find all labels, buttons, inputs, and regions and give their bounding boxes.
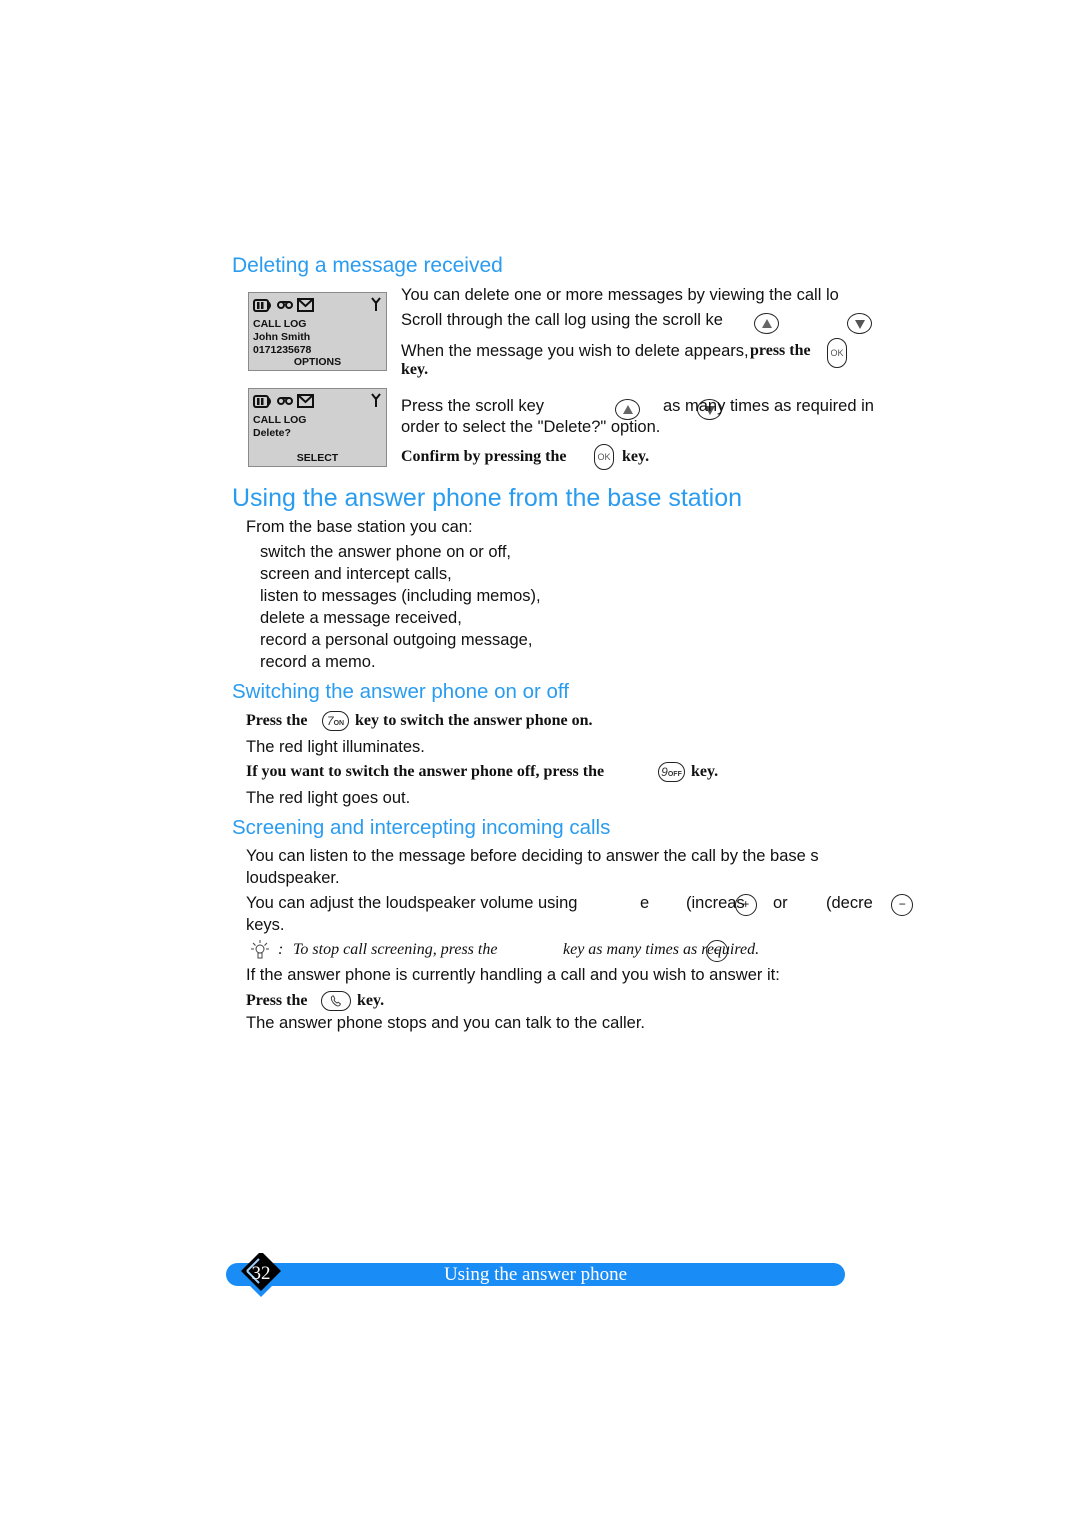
list-item: listen to messages (including memos), bbox=[260, 587, 541, 605]
key-number: 7 bbox=[326, 714, 334, 728]
screening-para-2b: e bbox=[640, 894, 650, 912]
base-intro: From the base station you can: bbox=[246, 518, 473, 536]
deleting-para-2: Scroll through the call log using the sc… bbox=[401, 310, 723, 330]
page-number: 32 bbox=[251, 1263, 271, 1284]
screening-step-b: key. bbox=[357, 992, 385, 1009]
deleting-para-1: You can delete one or more messages by v… bbox=[401, 286, 839, 304]
deleting-para-4a: Press the scroll key bbox=[401, 397, 545, 415]
lcd-softkey-select: SELECT bbox=[296, 452, 339, 464]
deleting-para-3-bold: press the bbox=[750, 342, 811, 359]
screening-para-3: If the answer phone is currently handlin… bbox=[246, 966, 780, 984]
switch-result-1: The red light illuminates. bbox=[246, 738, 425, 756]
scroll-down-key-icon bbox=[847, 312, 873, 334]
lcd-screen-call-log: CALL LOG John Smith 0171235678 OPTIONS bbox=[248, 292, 387, 371]
ok-key-icon: OK bbox=[827, 338, 847, 368]
tape-icon bbox=[277, 397, 293, 405]
screening-result: The answer phone stops and you can talk … bbox=[246, 1014, 645, 1032]
section-heading-deleting: Deleting a message received bbox=[232, 254, 503, 277]
switch-result-2: The red light goes out. bbox=[246, 789, 411, 807]
lcd-line: CALL LOG bbox=[253, 318, 307, 330]
base-capabilities-list: switch the answer phone on or off, scree… bbox=[260, 542, 541, 674]
screening-para-2d: or bbox=[773, 894, 788, 912]
deleting-para-3: When the message you wish to delete appe… bbox=[401, 341, 749, 361]
lcd-softkey-options: OPTIONS bbox=[293, 356, 342, 368]
list-item: record a personal outgoing message, bbox=[260, 631, 533, 649]
tip-text-b: key as many times as required. bbox=[563, 941, 760, 958]
key-label: OFF bbox=[667, 771, 682, 778]
key-number: 9 bbox=[661, 765, 668, 779]
screening-para-2c: (increas bbox=[686, 894, 745, 912]
battery-icon bbox=[253, 394, 271, 408]
envelope-icon bbox=[297, 298, 314, 312]
section-heading-screening: Screening and intercepting incoming call… bbox=[232, 816, 611, 839]
key-label: ON bbox=[333, 720, 345, 727]
lcd-line: CALL LOG bbox=[253, 414, 307, 426]
screening-para-1-cont: loudspeaker. bbox=[246, 869, 340, 887]
minus-key-icon: − bbox=[891, 894, 914, 916]
scroll-up-key-icon bbox=[754, 312, 779, 334]
footer-chapter-title: Using the answer phone bbox=[443, 1264, 628, 1285]
list-item: record a memo. bbox=[260, 653, 376, 671]
tip-separator: : bbox=[278, 941, 284, 958]
deleting-para-5-end: key. bbox=[622, 448, 650, 465]
antenna-icon bbox=[371, 297, 381, 311]
screening-para-2-cont: keys. bbox=[246, 916, 285, 934]
tape-icon bbox=[277, 301, 293, 309]
tip-text-a: To stop call screening, press the bbox=[293, 941, 498, 958]
deleting-para-4b: as many times as required in bbox=[663, 397, 874, 415]
lcd-screen-delete: CALL LOG Delete? SELECT bbox=[248, 388, 387, 467]
lcd-line: John Smith bbox=[253, 331, 311, 343]
section-heading-switching: Switching the answer phone on or off bbox=[232, 680, 569, 703]
ok-key-icon: OK bbox=[594, 444, 614, 470]
lcd-line: Delete? bbox=[253, 427, 291, 439]
lcd-status-icons bbox=[253, 297, 314, 313]
switch-step-1a: Press the bbox=[246, 712, 308, 729]
deleting-para-5: Confirm by pressing the bbox=[401, 448, 567, 465]
screening-para-2e: (decre bbox=[826, 894, 873, 912]
switch-step-2b: key. bbox=[691, 763, 719, 780]
list-item: screen and intercept calls, bbox=[260, 565, 452, 583]
switch-step-1b: key to switch the answer phone on. bbox=[355, 712, 593, 729]
section-heading-base-station: Using the answer phone from the base sta… bbox=[232, 484, 743, 512]
deleting-para-3-end: key. bbox=[401, 361, 429, 378]
switch-step-2a: If you want to switch the answer phone o… bbox=[246, 763, 605, 780]
screening-para-1: You can listen to the message before dec… bbox=[246, 847, 819, 865]
deleting-para-4c: order to select the "Delete?" option. bbox=[401, 418, 661, 436]
list-item: delete a message received, bbox=[260, 609, 462, 627]
key-7-on-icon: 7ON bbox=[322, 711, 349, 731]
lcd-status-icons bbox=[253, 393, 314, 409]
list-item: switch the answer phone on or off, bbox=[260, 543, 512, 561]
footer-bar: Using the answer phone bbox=[226, 1263, 845, 1286]
lightbulb-tip-icon bbox=[251, 940, 269, 959]
phone-handset-key-icon bbox=[321, 991, 351, 1011]
screening-para-2a: You can adjust the loudspeaker volume us… bbox=[246, 894, 578, 912]
antenna-icon bbox=[371, 393, 381, 407]
screening-step-a: Press the bbox=[246, 992, 308, 1009]
deleting-para-2-text: Scroll through the call log using the sc… bbox=[401, 311, 723, 329]
key-9-off-icon: 9OFF bbox=[658, 762, 685, 782]
lcd-line: 0171235678 bbox=[253, 344, 312, 356]
battery-icon bbox=[253, 298, 271, 312]
deleting-para-3-text: When the message you wish to delete appe… bbox=[401, 342, 749, 360]
envelope-icon bbox=[297, 394, 314, 408]
